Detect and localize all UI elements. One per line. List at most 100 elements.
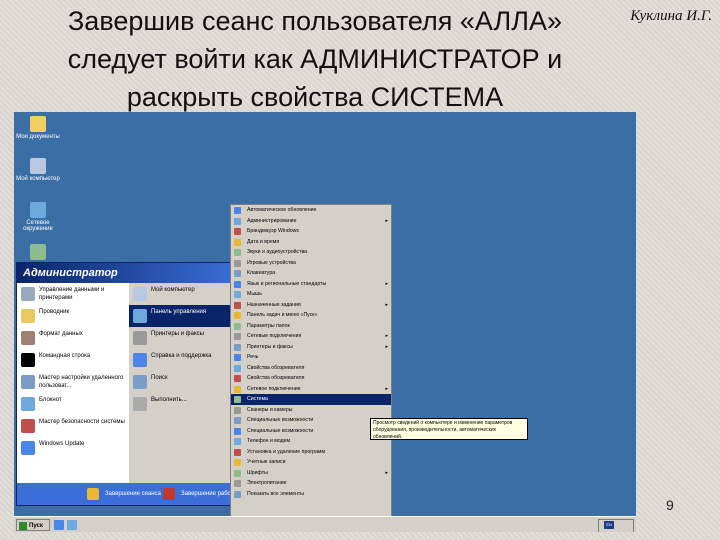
computer-icon [30,158,46,174]
control-panel-item[interactable]: Установка и удаление программ [231,447,391,458]
start-item-wizard[interactable]: Мастер настройки удаленного пользоват... [17,371,129,393]
control-panel-item-label: Свойства обозревателя [247,375,305,381]
start-item-printers[interactable]: Принтеры и факсы [129,327,239,349]
control-panel-item-label: Специальные возможности [247,417,314,423]
desktop-icon-documents[interactable]: Мои документы [16,116,60,140]
logoff-button[interactable]: Завершение сеанса [87,486,161,502]
applet-icon [234,427,241,435]
page-number: 9 [666,497,674,513]
applet-icon [234,417,241,424]
control-panel-item[interactable]: Сетевые подключения ▸ [231,331,391,342]
start-item-run[interactable]: Выполнить... [129,393,239,415]
control-panel-item[interactable]: Учетные записи [231,457,391,468]
show-desktop-icon[interactable] [67,520,77,530]
control-panel-item-label: Администрирование [247,217,297,224]
ie-icon[interactable] [54,520,64,530]
control-panel-item[interactable]: Администрирование ▸ [231,216,391,227]
control-panel-item[interactable]: Игровые устройства [231,258,391,269]
control-panel-item-label: Брандмауэр Windows [247,228,300,234]
applet-icon [234,385,241,393]
control-panel-item-label: Клавиатура [247,270,276,276]
control-panel-item[interactable]: Специальные возможности [231,426,391,437]
applet-icon [234,228,241,235]
control-panel-item-label: Дата и время [247,238,280,245]
control-panel-item[interactable]: Сканеры и камеры [231,405,391,416]
control-panel-item-label: Назначенные задания [247,301,301,308]
control-panel-item[interactable]: Электропитание [231,478,391,489]
start-item-manage[interactable]: Управление данными и принтерами [17,283,129,305]
control-panel-item-label: Шрифты [247,469,268,476]
control-panel-item-label: Специальные возможности [247,427,314,434]
control-panel-item[interactable]: Сетевое подключение ▸ [231,384,391,395]
title-line-1: Завершив сеанс пользователя «АЛЛА» [68,6,562,36]
start-item-control-panel[interactable]: Панель управления▸ [129,305,239,327]
desktop-icon-computer[interactable]: Мой компьютер [16,158,60,182]
applet-icon [234,238,241,246]
control-panel-item-label: Система [247,396,268,402]
start-menu-right-column: Мой компьютер Панель управления▸ Принтер… [129,283,239,483]
start-item-format[interactable]: Формат данных [17,327,129,349]
control-panel-item[interactable]: Автоматическое обновление [231,205,391,216]
chevron-right-icon: ▸ [385,343,388,350]
applet-icon [234,301,241,309]
applet-icon [234,375,241,382]
control-panel-item-label: Телефон и модем [247,438,291,444]
control-panel-item[interactable]: Свойства обозревателя [231,363,391,374]
applet-icon [234,259,241,267]
desktop-icon-network[interactable]: Сетевое окружение [16,202,60,232]
control-panel-item[interactable]: Брандмауэр Windows [231,226,391,237]
control-panel-item-label: Электропитание [247,480,287,486]
control-panel-menu: Автоматическое обновление Администрирован… [230,204,392,532]
start-item-update[interactable]: Windows Update [17,437,129,459]
control-panel-item-label: Сетевое подключение [247,385,301,392]
control-panel-item[interactable]: Панель задач и меню «Пуск» [231,310,391,321]
applet-icon [234,312,241,319]
control-panel-item[interactable]: Шрифты ▸ [231,468,391,479]
system-tray [598,519,634,532]
applet-icon [234,249,241,256]
control-panel-item-label: Мышь [247,291,262,297]
start-item-help[interactable]: Справка и поддержка [129,349,239,371]
control-panel-item-label: Свойства обозревателя [247,364,305,371]
applet-icon [234,469,241,477]
applet-icon [234,364,241,372]
applet-icon [234,396,241,403]
control-panel-item[interactable]: Показать все элементы [231,489,391,500]
start-item-my-computer[interactable]: Мой компьютер [129,283,239,305]
title-line-2: следует войти как АДМИНИСТРАТОР и [67,44,563,74]
shutdown-button[interactable]: Завершение работы [163,486,238,502]
start-item-notepad[interactable]: Блокнот [17,393,129,415]
control-panel-item[interactable]: Свойства обозревателя [231,373,391,384]
control-panel-item-label: Звуки и аудиоустройства [247,249,308,255]
control-panel-item-label: Сканеры и камеры [247,406,293,413]
control-panel-item[interactable]: Речь [231,352,391,363]
control-panel-item[interactable]: Дата и время [231,237,391,248]
start-item-security[interactable]: Мастер безопасности системы [17,415,129,437]
control-panel-item-label: Панель задач и меню «Пуск» [247,312,318,318]
control-panel-item[interactable]: Язык и региональные стандарты ▸ [231,279,391,290]
title-line-3: раскрыть свойства СИСТЕМА [126,82,504,112]
desktop-icon-recycle[interactable] [16,244,60,262]
control-panel-item-label: Установка и удаление программ [247,448,326,455]
control-panel-item[interactable]: Параметры папок [231,321,391,332]
control-panel-item[interactable]: Мышь [231,289,391,300]
chevron-right-icon: ▸ [385,385,388,392]
control-panel-item[interactable]: Назначенные задания ▸ [231,300,391,311]
control-panel-item[interactable]: Специальные возможности [231,415,391,426]
control-panel-item[interactable]: Принтеры и факсы ▸ [231,342,391,353]
start-button[interactable]: Пуск [16,519,50,531]
control-panel-item-label: Принтеры и факсы [247,343,293,350]
applet-icon [234,490,241,498]
control-panel-item[interactable]: Система [231,394,391,405]
chevron-right-icon: ▸ [385,301,388,308]
tooltip: Просмотр сведений о компьютере и изменен… [370,418,528,440]
applet-icon [234,207,241,214]
start-menu: Администратор Управление данными и принт… [16,262,240,506]
start-item-search[interactable]: Поиск [129,371,239,393]
control-panel-item[interactable]: Клавиатура [231,268,391,279]
start-item-cmd[interactable]: Командная строка [17,349,129,371]
start-item-explorer[interactable]: Проводник [17,305,129,327]
control-panel-item[interactable]: Телефон и модем [231,436,391,447]
start-menu-footer: Завершение сеанса Завершение работы [17,483,239,505]
control-panel-item[interactable]: Звуки и аудиоустройства [231,247,391,258]
